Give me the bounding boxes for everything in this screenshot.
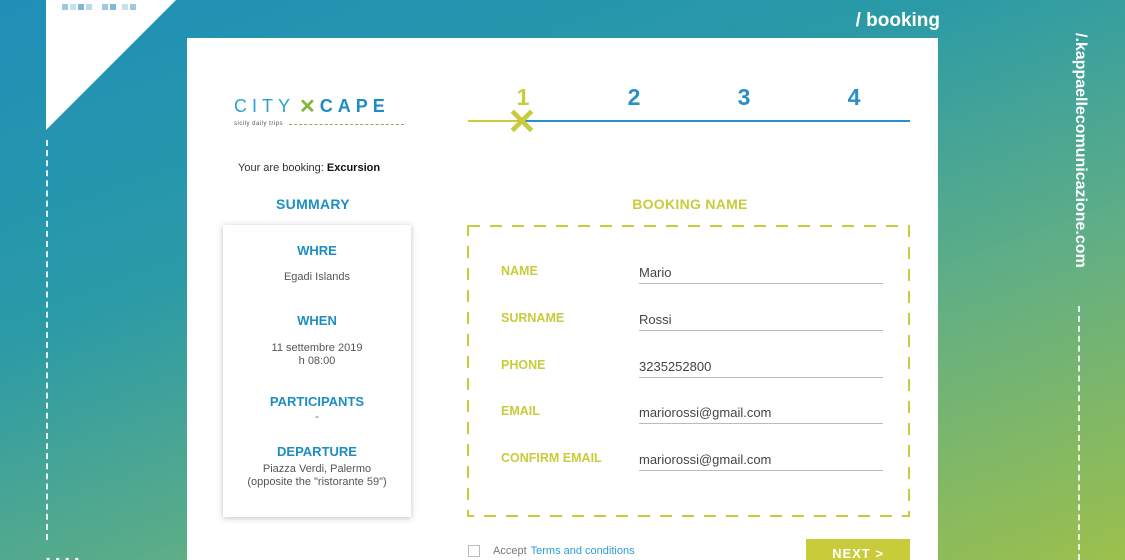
name-label: NAME [501,264,538,278]
terms-prefix: Accept [493,545,527,557]
booking-name-title: BOOKING NAME [632,196,748,212]
step-3[interactable]: 3 [729,84,759,111]
step-4[interactable]: 4 [839,84,869,111]
summary-participants-label: PARTICIPANTS [269,394,365,409]
summary-participants-value: - [315,411,319,423]
corner-decoration [46,0,176,130]
booking-name-form: NAME SURNAME PHONE EMAIL CONFIRM EMAIL [467,225,910,517]
right-dashed-line [1078,306,1080,560]
summary-title: SUMMARY [276,196,350,212]
step-2[interactable]: 2 [619,84,649,111]
email-label: EMAIL [501,404,540,418]
next-button[interactable]: NEXT > [806,539,910,560]
corner-logo-icon [62,4,142,14]
logo-dashed-line [289,123,404,125]
name-row: NAME [467,258,910,288]
phone-label: PHONE [501,358,546,372]
step-line-remaining [518,120,910,122]
phone-input[interactable] [639,352,883,378]
logo-x-icon: ✕ [299,96,316,118]
email-row: EMAIL [467,398,910,428]
summary-panel: WHRE Egadi Islands WHEN 11 settembre 201… [223,225,411,517]
step-current-x-icon: ✕ [506,101,538,142]
confirm-email-input[interactable] [639,445,883,471]
summary-when-date: 11 settembre 2019 [271,342,363,354]
booking-type-value: Excursion [326,162,381,174]
terms-link[interactable]: Terms and conditions [531,545,635,557]
brand-logo[interactable]: CITY ✕ CAPE sicily daily trips [234,94,404,127]
step-progress: 1 ✕ 2 3 4 [468,84,910,140]
confirm-email-row: CONFIRM EMAIL [467,445,910,475]
bottom-left-decoration: ▪ ▪ ▪ ▪ [46,552,81,560]
logo-cape: CAPE [319,96,390,116]
terms-checkbox[interactable] [468,545,480,557]
terms-row: Accept Terms and conditions [468,545,635,557]
booking-card: CITY ✕ CAPE sicily daily trips 1 ✕ 2 3 4… [187,38,938,560]
summary-departure-line2: (opposite the "ristorante 59") [247,476,387,488]
surname-input[interactable] [639,305,883,331]
surname-label: SURNAME [501,311,565,325]
summary-when-label: WHEN [297,313,337,328]
booking-type-prefix: Your are booking: [238,162,324,174]
breadcrumb: / booking [855,10,940,31]
surname-row: SURNAME [467,305,910,335]
summary-where-label: WHRE [297,243,337,258]
logo-tagline: sicily daily trips [234,121,284,127]
summary-departure-line1: Piazza Verdi, Palermo [262,463,372,475]
logo-city: CITY [234,96,296,116]
summary-when-time: h 08:00 [298,355,336,367]
site-url-vertical[interactable]: /.kappaellecomunicazione.com [1066,0,1094,300]
booking-type: Your are booking: Excursion [238,162,380,174]
site-url-text: /.kappaellecomunicazione.com [1072,32,1089,268]
summary-departure-label: DEPARTURE [277,444,357,459]
confirm-email-label: CONFIRM EMAIL [501,451,602,465]
left-dashed-line [46,140,48,540]
phone-row: PHONE [467,352,910,382]
summary-where-value: Egadi Islands [283,271,351,283]
name-input[interactable] [639,258,883,284]
email-input[interactable] [639,398,883,424]
